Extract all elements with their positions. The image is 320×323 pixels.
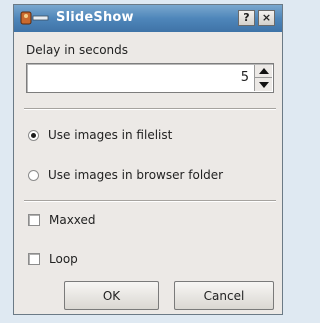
radio-use-filelist[interactable]: Use images in filelist [28,126,172,144]
radio-button-checked[interactable] [28,129,39,141]
delay-value[interactable]: 5 [241,70,249,85]
spin-down-button[interactable] [255,78,272,91]
slideshow-app-icon [20,10,49,26]
checkbox-label-maxed: Maxxed [49,213,96,227]
delay-label: Delay in seconds [26,43,129,57]
radio-button[interactable] [28,169,39,181]
arrow-up-icon [258,68,269,74]
window-title: SlideShow [56,10,134,25]
slideshow-dialog: SlideShow ? × Delay in seconds 5 Use ima… [13,4,283,315]
separator [24,108,276,110]
title-bar[interactable]: SlideShow ? × [14,5,282,32]
help-button[interactable]: ? [238,10,255,26]
checkbox-box[interactable] [28,253,40,265]
radio-label-browser: Use images in browser folder [48,168,224,182]
checkbox-maxed[interactable]: Maxxed [28,211,96,229]
checkbox-label-loop: Loop [49,252,78,266]
delay-spinbox[interactable]: 5 [26,63,274,93]
radio-use-browser-folder[interactable]: Use images in browser folder [28,166,223,184]
close-button[interactable]: × [258,10,275,26]
spin-buttons [254,65,272,91]
separator [24,200,276,202]
cancel-button[interactable]: Cancel [174,281,274,310]
ok-button[interactable]: OK [64,281,159,310]
arrow-down-icon [258,81,269,88]
checkbox-loop[interactable]: Loop [28,250,78,268]
radio-label-filelist: Use images in filelist [48,128,173,142]
checkbox-box[interactable] [28,214,40,226]
spin-up-button[interactable] [255,65,272,78]
